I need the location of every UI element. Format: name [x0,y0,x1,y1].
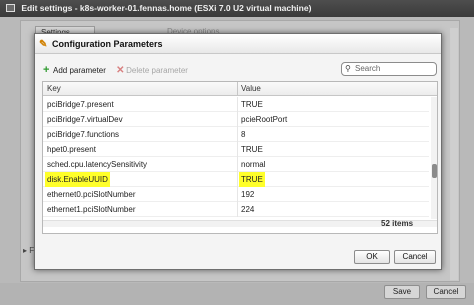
save-button[interactable]: Save [384,285,420,299]
row-key: pciBridge7.present [47,100,114,109]
row-value: 192 [241,190,255,199]
column-header-key[interactable]: Key [47,82,61,96]
row-key: pciBridge7.functions [47,130,120,139]
search-placeholder: Search [355,64,381,73]
scrollbar-thumb[interactable] [432,164,437,178]
add-parameter-button[interactable]: + Add parameter [43,64,106,77]
ok-button[interactable]: OK [354,250,390,264]
table-row[interactable]: pciBridge7.functions 8 [43,127,429,142]
table-row[interactable]: ethernet0.pciSlotNumber 192 [43,187,429,202]
delete-parameter-label: Delete parameter [126,66,188,75]
row-value: TRUE [239,172,265,187]
delete-parameter-button[interactable]: ✕ Delete parameter [116,65,188,77]
row-value: TRUE [241,145,263,154]
plus-icon: + [43,64,50,76]
pencil-icon: ✎ [39,39,48,50]
row-key: hpet0.present [47,145,96,154]
row-key: ethernet1.pciSlotNumber [47,205,136,214]
table-row[interactable]: pciBridge7.virtualDev pcieRootPort [43,112,429,127]
column-divider[interactable] [237,82,238,96]
item-count: 52 items [381,219,414,228]
table-row[interactable]: ethernet1.pciSlotNumber 224 [43,202,429,217]
row-value: normal [241,160,266,169]
window-scrollbar[interactable] [450,28,458,280]
grid-header: Key Value [43,82,437,96]
row-key: disk.EnableUUID [45,172,110,187]
row-key: pciBridge7.virtualDev [47,115,123,124]
vertical-scrollbar[interactable] [431,97,437,219]
table-row[interactable]: sched.cpu.latencySensitivity normal [43,157,429,172]
dialog-title: Configuration Parameters [52,39,163,49]
row-value: 224 [241,205,255,214]
dialog-titlebar: ✎ Configuration Parameters [35,34,441,54]
configuration-parameters-dialog: ✎ Configuration Parameters + Add parameter… [34,33,442,270]
search-icon: ⚲ [345,64,351,73]
table-row-highlighted[interactable]: disk.EnableUUID TRUE [43,172,429,187]
cancel-button[interactable]: Cancel [394,250,436,264]
row-key: ethernet0.pciSlotNumber [47,190,136,199]
window-titlebar: Edit settings - k8s-worker-01.fennas.hom… [0,0,474,17]
dialog-toolbar: + Add parameter ✕ Delete parameter [43,64,196,76]
search-input[interactable]: ⚲ Search [341,62,437,76]
window-cancel-button[interactable]: Cancel [426,285,466,299]
row-value: TRUE [241,100,263,109]
table-row[interactable]: pciBridge7.present TRUE [43,97,429,112]
parameters-grid: Key Value pciBridge7.present TRUE pciBrid… [42,81,438,234]
row-value: 8 [241,130,246,139]
add-parameter-label: Add parameter [53,66,106,75]
column-header-value[interactable]: Value [241,82,261,96]
window-title: Edit settings - k8s-worker-01.fennas.hom… [21,3,312,13]
table-row[interactable]: hpet0.present TRUE [43,142,429,157]
horizontal-scrollbar[interactable] [43,220,437,227]
row-key: sched.cpu.latencySensitivity [47,160,148,169]
vm-icon [6,4,15,12]
close-icon: ✕ [116,65,125,76]
row-value: pcieRootPort [241,115,288,124]
